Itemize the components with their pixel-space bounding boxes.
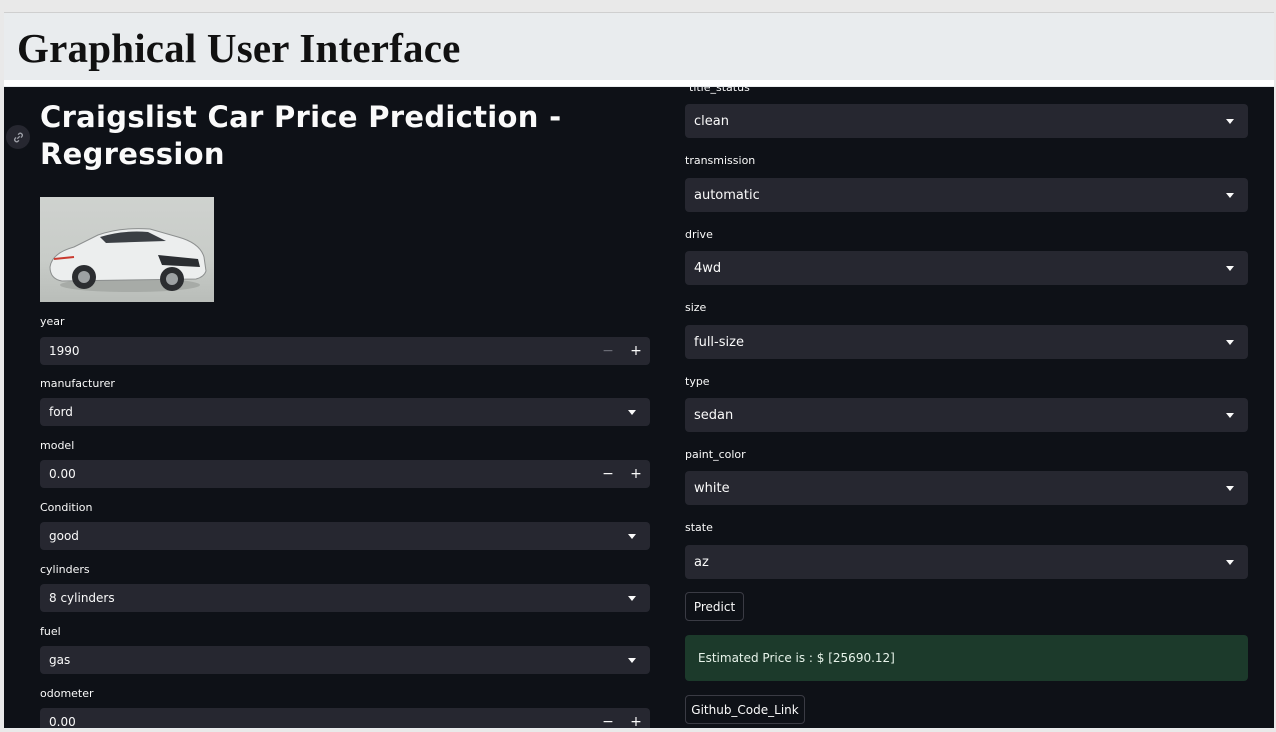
odometer-input[interactable]: 0.00 − + — [40, 708, 650, 728]
odometer-label: odometer — [40, 687, 94, 700]
model-label: model — [40, 439, 75, 452]
header-divider — [4, 80, 1274, 86]
model-decrement-button[interactable]: − — [594, 460, 622, 488]
chevron-down-icon — [1226, 339, 1234, 345]
chevron-down-icon — [1226, 265, 1234, 271]
cylinders-value: 8 cylinders — [49, 591, 115, 605]
chevron-down-icon — [628, 533, 636, 539]
odometer-increment-button[interactable]: + — [622, 708, 650, 728]
condition-select[interactable]: good — [40, 522, 650, 550]
size-label: size — [685, 301, 707, 314]
type-label: type — [685, 375, 710, 388]
odometer-value: 0.00 — [49, 715, 76, 728]
drive-value: 4wd — [694, 260, 722, 276]
right-column: title_status clean transmission automati… — [660, 87, 1274, 728]
type-value: sedan — [694, 407, 734, 423]
manufacturer-select[interactable]: ford — [40, 398, 650, 426]
condition-label: Condition — [40, 501, 93, 514]
type-select[interactable]: sedan — [685, 398, 1248, 432]
manufacturer-value: ford — [49, 405, 73, 419]
page-title: Graphical User Interface — [17, 25, 461, 71]
chevron-down-icon — [628, 409, 636, 415]
left-column: Craigslist Car Price Prediction - Regres… — [4, 87, 660, 728]
size-select[interactable]: full-size — [685, 325, 1248, 359]
state-label: state — [685, 521, 713, 534]
model-increment-button[interactable]: + — [622, 460, 650, 488]
fuel-select[interactable]: gas — [40, 646, 650, 674]
github-code-link-button[interactable]: Github_Code_Link — [685, 695, 805, 724]
result-alert: Estimated Price is : $ [25690.12] — [685, 635, 1248, 681]
streamlit-app: Craigslist Car Price Prediction - Regres… — [4, 87, 1274, 728]
title-status-value: clean — [694, 113, 729, 129]
model-stepper: − + — [594, 460, 650, 488]
year-increment-button[interactable]: + — [622, 337, 650, 365]
state-value: az — [694, 554, 709, 570]
chevron-down-icon — [628, 595, 636, 601]
year-decrement-button[interactable]: − — [594, 337, 622, 365]
cylinders-select[interactable]: 8 cylinders — [40, 584, 650, 612]
transmission-select[interactable]: automatic — [685, 178, 1248, 212]
fuel-value: gas — [49, 653, 71, 667]
chevron-down-icon — [628, 657, 636, 663]
chevron-down-icon — [1226, 412, 1234, 418]
chevron-down-icon — [1226, 559, 1234, 565]
condition-value: good — [49, 529, 79, 543]
manufacturer-label: manufacturer — [40, 377, 115, 390]
title-status-select[interactable]: clean — [685, 104, 1248, 138]
state-select[interactable]: az — [685, 545, 1248, 579]
transmission-label: transmission — [685, 154, 756, 167]
model-value: 0.00 — [49, 467, 76, 481]
year-input[interactable]: 1990 − + — [40, 337, 650, 365]
fuel-label: fuel — [40, 625, 61, 638]
chevron-down-icon — [1226, 118, 1234, 124]
odometer-decrement-button[interactable]: − — [594, 708, 622, 728]
transmission-value: automatic — [694, 187, 760, 203]
paint-color-value: white — [694, 480, 730, 496]
predict-button[interactable]: Predict — [685, 592, 744, 621]
year-stepper: − + — [594, 337, 650, 365]
year-value: 1990 — [49, 344, 80, 358]
paint-color-select[interactable]: white — [685, 471, 1248, 505]
paint-color-label: paint_color — [685, 448, 746, 461]
chevron-down-icon — [1226, 192, 1234, 198]
drive-select[interactable]: 4wd — [685, 251, 1248, 285]
app-title: Craigslist Car Price Prediction - Regres… — [40, 100, 562, 171]
link-icon[interactable] — [6, 125, 30, 149]
title-status-label: title_status — [689, 87, 750, 94]
car-image — [40, 197, 214, 302]
size-value: full-size — [694, 334, 744, 350]
chevron-down-icon — [1226, 485, 1234, 491]
model-input[interactable]: 0.00 − + — [40, 460, 650, 488]
cylinders-label: cylinders — [40, 563, 90, 576]
year-label: year — [40, 315, 65, 328]
drive-label: drive — [685, 228, 713, 241]
odometer-stepper: − + — [594, 708, 650, 728]
